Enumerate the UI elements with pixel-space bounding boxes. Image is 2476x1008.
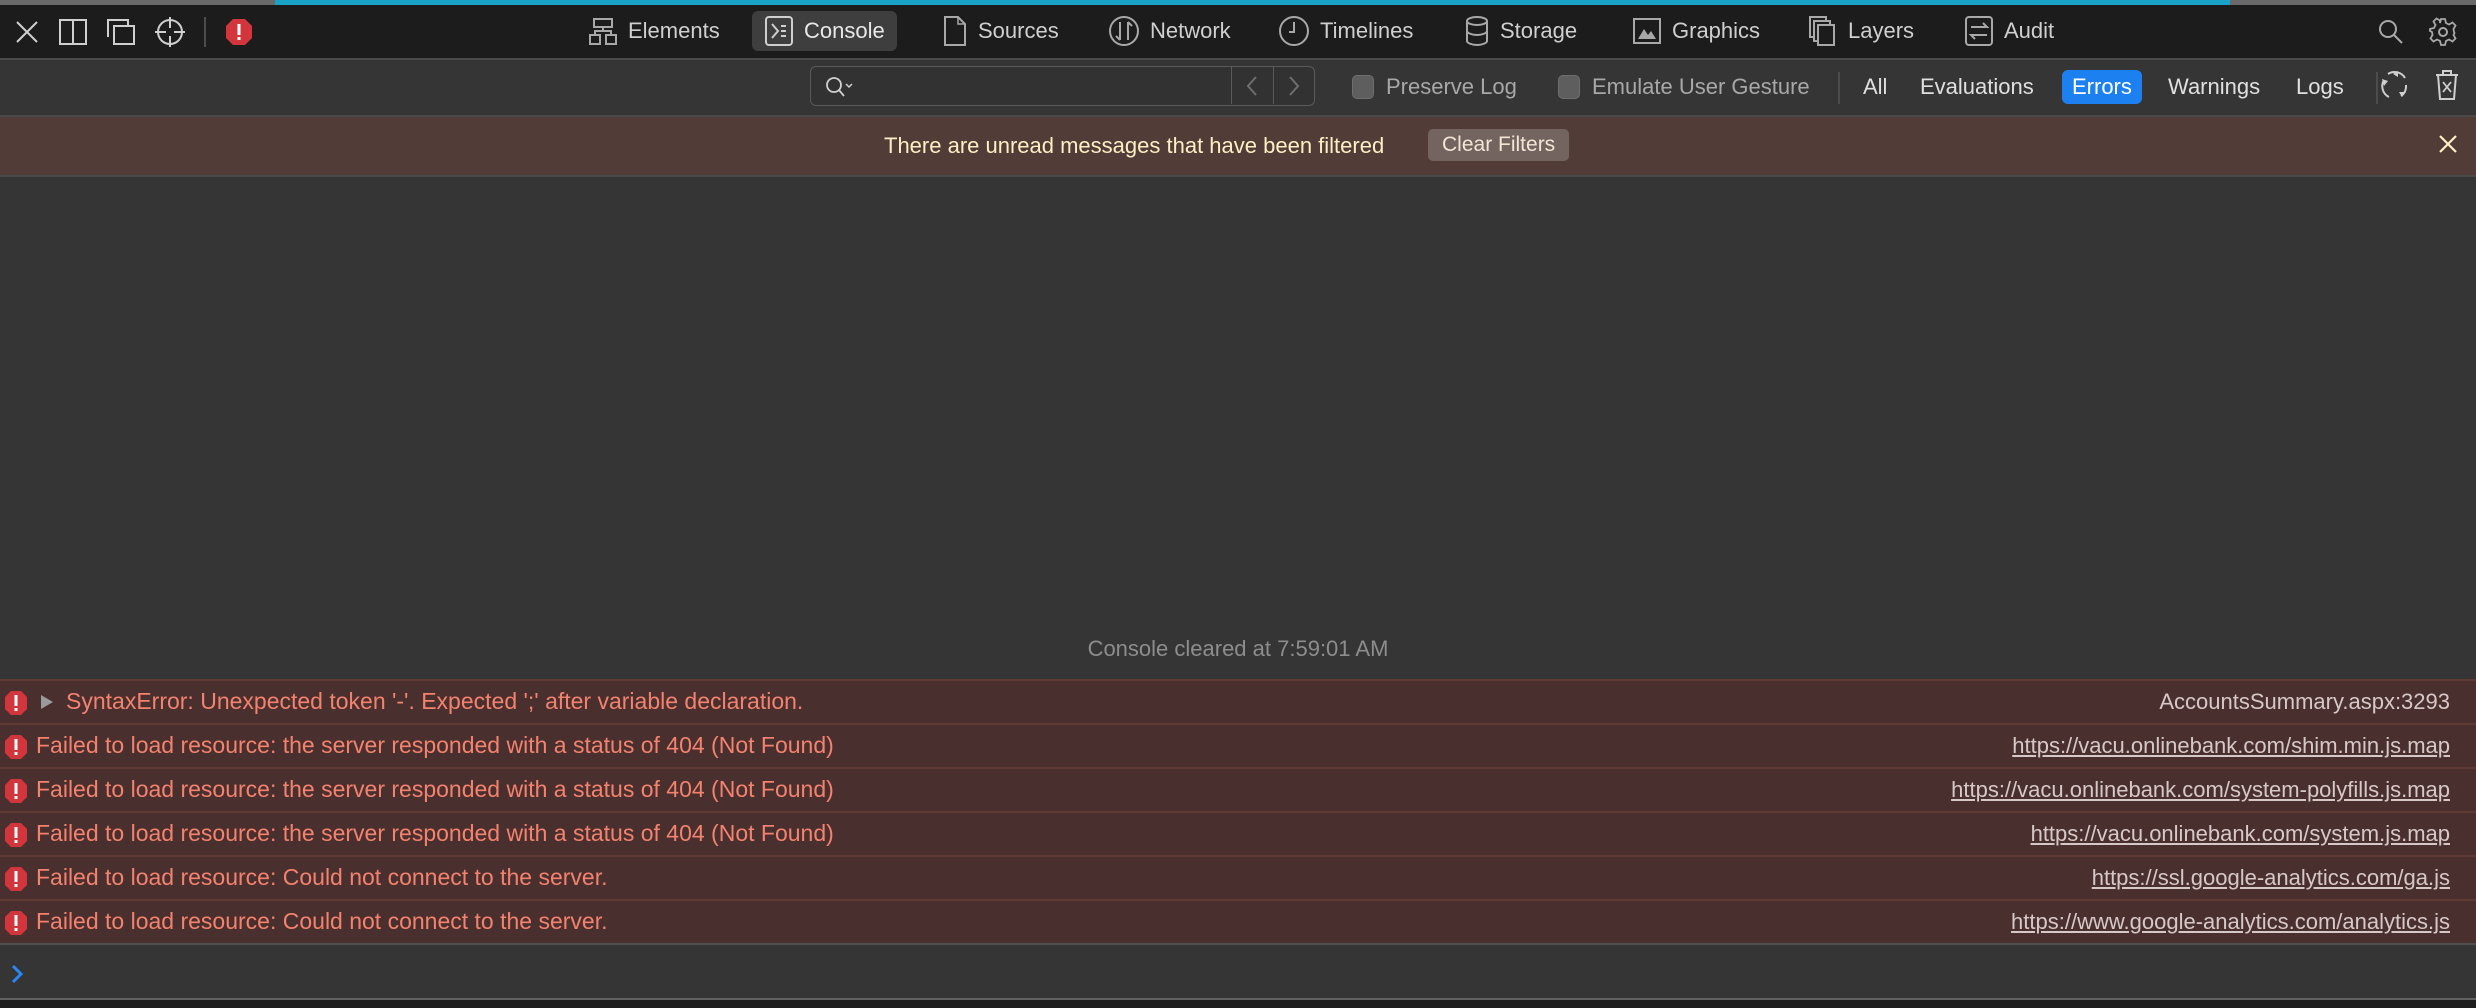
filter-all[interactable]: All bbox=[1853, 70, 1897, 104]
graphics-icon bbox=[1633, 18, 1661, 44]
filter-logs[interactable]: Logs bbox=[2286, 70, 2354, 104]
chevron-right-icon bbox=[1289, 75, 1300, 96]
prompt-chevron-icon bbox=[11, 964, 24, 984]
console-message-row[interactable]: SyntaxError: Unexpected token '-'. Expec… bbox=[0, 679, 2476, 723]
error-icon bbox=[4, 866, 28, 897]
tab-network[interactable]: Network bbox=[1096, 11, 1243, 51]
error-icon bbox=[4, 734, 28, 765]
console-message-row[interactable]: Failed to load resource: the server resp… bbox=[0, 811, 2476, 855]
tab-elements[interactable]: Elements bbox=[576, 11, 732, 51]
checkbox-box[interactable] bbox=[1352, 75, 1374, 99]
console-prompt[interactable] bbox=[0, 943, 2476, 1000]
tab-audit[interactable]: Audit bbox=[1952, 11, 2066, 51]
message-source-link[interactable]: https://vacu.onlinebank.com/shim.min.js.… bbox=[2012, 733, 2450, 759]
chevron-left-icon bbox=[1246, 75, 1257, 96]
filter-label: Warnings bbox=[2168, 74, 2261, 99]
tab-graphics[interactable]: Graphics bbox=[1620, 11, 1772, 51]
error-icon bbox=[4, 690, 28, 721]
console-message-row[interactable]: Failed to load resource: Could not conne… bbox=[0, 855, 2476, 899]
message-text: Failed to load resource: Could not conne… bbox=[36, 864, 608, 890]
tab-layers[interactable]: Layers bbox=[1796, 11, 1926, 51]
search-icon[interactable] bbox=[2374, 15, 2408, 49]
message-source-link[interactable]: https://www.google-analytics.com/analyti… bbox=[2011, 909, 2450, 935]
timelines-icon bbox=[1279, 16, 1309, 46]
console-cleared-message: Console cleared at 7:59:01 AM bbox=[1087, 636, 1389, 661]
tab-label: Storage bbox=[1500, 18, 1578, 43]
filter-label: Evaluations bbox=[1920, 74, 2034, 99]
elements-icon bbox=[589, 18, 617, 45]
message-text: SyntaxError: Unexpected token '-'. Expec… bbox=[66, 688, 804, 714]
filter-warnings[interactable]: Warnings bbox=[2158, 70, 2270, 104]
search-icon bbox=[826, 77, 853, 97]
message-source-link[interactable]: https://ssl.google-analytics.com/ga.js bbox=[2092, 865, 2450, 891]
gear-icon[interactable] bbox=[2426, 15, 2460, 49]
filter-errors[interactable]: Errors bbox=[2062, 70, 2142, 104]
filter-divider bbox=[1838, 72, 1840, 104]
console-filter-bar: Preserve Log Emulate User Gesture All Ev… bbox=[0, 60, 2476, 117]
tab-label: Console bbox=[804, 18, 885, 43]
message-source-link[interactable]: AccountsSummary.aspx:3293 bbox=[2159, 689, 2450, 715]
devtools-tab-bar: Elements Console Sources Network Timelin… bbox=[0, 5, 2476, 60]
layers-icon bbox=[1809, 16, 1835, 46]
filter-evaluations[interactable]: Evaluations bbox=[1910, 70, 2044, 104]
filtered-messages-banner: There are unread messages that have been… bbox=[0, 117, 2476, 177]
close-banner-icon[interactable] bbox=[2437, 133, 2459, 160]
previous-match-button[interactable] bbox=[1231, 67, 1272, 104]
message-text: Failed to load resource: the server resp… bbox=[36, 820, 834, 846]
checkbox-label: Emulate User Gesture bbox=[1592, 74, 1810, 99]
undock-icon[interactable] bbox=[104, 15, 138, 49]
tab-label: Network bbox=[1150, 18, 1231, 43]
console-messages: SyntaxError: Unexpected token '-'. Expec… bbox=[0, 679, 2476, 943]
audit-icon bbox=[1965, 16, 1993, 46]
clear-console-icon[interactable] bbox=[2430, 68, 2464, 102]
tab-label: Timelines bbox=[1320, 18, 1414, 43]
expand-triangle-icon[interactable] bbox=[40, 694, 54, 715]
next-match-button[interactable] bbox=[1273, 67, 1314, 104]
close-icon[interactable] bbox=[10, 15, 44, 49]
network-icon bbox=[1109, 16, 1139, 46]
tab-sources[interactable]: Sources bbox=[930, 11, 1071, 51]
tab-label: Elements bbox=[628, 18, 720, 43]
reload-icon[interactable] bbox=[2378, 68, 2412, 102]
filter-label: Logs bbox=[2296, 74, 2344, 99]
banner-message: There are unread messages that have been… bbox=[884, 133, 1385, 158]
tab-label: Graphics bbox=[1672, 18, 1761, 43]
tab-label: Audit bbox=[2004, 18, 2055, 43]
message-source-link[interactable]: https://vacu.onlinebank.com/system-polyf… bbox=[1951, 777, 2450, 803]
checkbox-label: Preserve Log bbox=[1386, 74, 1517, 99]
error-icon[interactable] bbox=[222, 15, 256, 49]
message-text: Failed to load resource: the server resp… bbox=[36, 732, 834, 758]
console-message-row[interactable]: Failed to load resource: the server resp… bbox=[0, 723, 2476, 767]
console-icon bbox=[765, 16, 793, 46]
tab-storage[interactable]: Storage bbox=[1452, 11, 1589, 51]
message-source-link[interactable]: https://vacu.onlinebank.com/system.js.ma… bbox=[2031, 821, 2450, 847]
sources-icon bbox=[944, 16, 966, 46]
message-text: Failed to load resource: the server resp… bbox=[36, 776, 834, 802]
console-message-row[interactable]: Failed to load resource: Could not conne… bbox=[0, 899, 2476, 943]
console-search-input[interactable] bbox=[857, 71, 1221, 101]
filter-label: Errors bbox=[2072, 74, 2132, 99]
tab-timelines[interactable]: Timelines bbox=[1266, 11, 1425, 51]
console-search-field[interactable] bbox=[810, 66, 1315, 106]
console-input[interactable] bbox=[36, 957, 2440, 989]
console-message-row[interactable]: Failed to load resource: the server resp… bbox=[0, 767, 2476, 811]
clear-filters-button[interactable]: Clear Filters bbox=[1428, 129, 1570, 161]
tab-console[interactable]: Console bbox=[752, 11, 897, 51]
message-text: Failed to load resource: Could not conne… bbox=[36, 908, 608, 934]
preserve-log-checkbox[interactable]: Preserve Log bbox=[1352, 74, 1517, 100]
tab-label: Sources bbox=[978, 18, 1059, 43]
tab-label: Layers bbox=[1848, 18, 1915, 43]
filter-label: All bbox=[1863, 74, 1888, 99]
crosshair-icon[interactable] bbox=[153, 15, 187, 49]
error-icon bbox=[4, 910, 28, 941]
toolbar-divider bbox=[204, 17, 206, 47]
dock-side-icon[interactable] bbox=[56, 15, 90, 49]
window-bottom-edge bbox=[0, 998, 2476, 1008]
error-icon bbox=[4, 778, 28, 809]
storage-icon bbox=[1466, 16, 1488, 47]
emulate-user-gesture-checkbox[interactable]: Emulate User Gesture bbox=[1558, 74, 1810, 100]
checkbox-box[interactable] bbox=[1558, 75, 1580, 99]
error-icon bbox=[4, 822, 28, 853]
